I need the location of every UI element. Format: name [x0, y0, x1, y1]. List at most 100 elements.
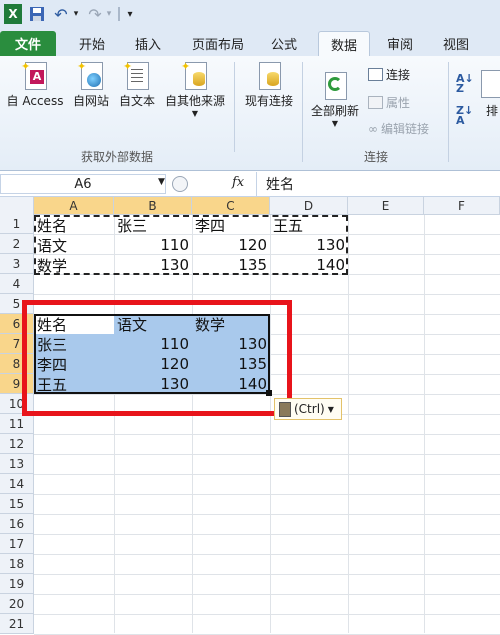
cell-c3[interactable]: 135 — [192, 255, 270, 275]
cell-d3[interactable]: 140 — [270, 255, 348, 275]
row-header[interactable]: 3 — [0, 254, 34, 274]
group-label-connections: 连接 — [363, 150, 388, 164]
row-header[interactable]: 13 — [0, 454, 34, 474]
column-gridline — [424, 215, 425, 633]
properties-button[interactable]: 属性 — [368, 94, 410, 111]
sort-button[interactable]: 排 — [480, 70, 500, 119]
paste-options-button[interactable]: (Ctrl) ▼ — [274, 398, 342, 420]
row-gridline — [34, 294, 500, 295]
redo-icon[interactable]: ↷ — [86, 4, 104, 24]
row-header[interactable]: 16 — [0, 514, 34, 534]
row-header[interactable]: 17 — [0, 534, 34, 554]
cell-a3[interactable]: 数学 — [34, 255, 114, 275]
tab-home[interactable]: 开始 — [70, 31, 114, 56]
refresh-icon — [321, 70, 349, 100]
column-gridline — [270, 215, 271, 633]
access-icon: A ✦ — [21, 60, 49, 90]
name-box[interactable]: A6 — [0, 174, 166, 194]
toolbar-divider — [118, 7, 120, 21]
red-highlight-box — [22, 300, 292, 416]
row-header[interactable]: 2 — [0, 234, 34, 254]
column-header-d[interactable]: D — [270, 197, 348, 215]
row-header[interactable]: 21 — [0, 614, 34, 634]
tab-file[interactable]: 文件 — [0, 31, 56, 56]
column-header-e[interactable]: E — [348, 197, 424, 215]
tab-insert[interactable]: 插入 — [126, 31, 170, 56]
select-all-corner[interactable] — [0, 197, 34, 215]
text-file-icon: ✦ — [123, 60, 151, 90]
redo-dropdown-icon[interactable]: ▾ — [104, 4, 114, 24]
row-gridline — [34, 614, 500, 615]
dropdown-arrow-icon: ▼ — [331, 119, 339, 128]
connections-icon — [368, 68, 383, 81]
formula-input[interactable]: 姓名 — [266, 174, 294, 194]
dropdown-arrow-icon: ▼ — [191, 109, 199, 118]
properties-icon — [368, 96, 383, 109]
ribbon-tabs: 文件 开始 插入 页面布局 公式 数据 审阅 视图 — [0, 28, 500, 57]
cell-b1[interactable]: 张三 — [114, 215, 192, 235]
cell-b2[interactable]: 110 — [114, 235, 192, 255]
sort-icon — [481, 70, 500, 98]
from-web-button[interactable]: ✦ 自网站 — [68, 60, 114, 109]
column-gridline — [114, 215, 115, 633]
group-separator — [448, 62, 449, 162]
group-separator — [302, 62, 303, 162]
group-separator — [234, 62, 235, 152]
clipboard-icon — [279, 401, 291, 417]
column-header-c[interactable]: C — [192, 197, 270, 215]
save-icon[interactable] — [28, 4, 46, 24]
cell-c1[interactable]: 李四 — [192, 215, 270, 235]
sort-descending-button[interactable]: Z↓ A — [456, 105, 473, 126]
tab-view[interactable]: 视图 — [434, 31, 478, 56]
row-header[interactable]: 19 — [0, 574, 34, 594]
formula-bar-expand-icon[interactable] — [172, 176, 188, 192]
column-header-b[interactable]: B — [114, 197, 192, 215]
row-header[interactable]: 18 — [0, 554, 34, 574]
column-header-f[interactable]: F — [424, 197, 500, 215]
customize-toolbar-icon[interactable]: ▾ — [124, 4, 136, 24]
excel-app-icon[interactable]: X — [4, 4, 22, 24]
undo-icon[interactable]: ↶ — [52, 4, 70, 24]
row-header[interactable]: 4 — [0, 274, 34, 294]
row-gridline — [34, 494, 500, 495]
row-header[interactable]: 12 — [0, 434, 34, 454]
refresh-all-button[interactable]: 全部刷新 ▼ — [304, 70, 366, 128]
cell-d1[interactable]: 王五 — [270, 215, 348, 235]
insert-function-icon[interactable]: fx — [232, 175, 244, 190]
web-icon: ✦ — [77, 60, 105, 90]
edit-links-button[interactable]: ∞ 编辑链接 — [368, 120, 429, 137]
cell-a1[interactable]: 姓名 — [34, 215, 114, 235]
formula-bar: A6 ▼ fx 姓名 — [0, 172, 500, 197]
existing-connections-icon — [255, 60, 283, 90]
row-gridline — [34, 474, 500, 475]
sort-ascending-button[interactable]: A↓ Z — [456, 73, 474, 94]
name-box-dropdown-icon[interactable]: ▼ — [158, 177, 165, 187]
row-header[interactable]: 11 — [0, 414, 34, 434]
row-header[interactable]: 20 — [0, 594, 34, 614]
from-access-button[interactable]: A ✦ 自 Access — [2, 60, 68, 109]
group-label-external-data: 获取外部数据 — [80, 150, 153, 164]
tab-data[interactable]: 数据 — [318, 31, 370, 57]
dropdown-arrow-icon: ▼ — [327, 404, 334, 414]
cell-c2[interactable]: 120 — [192, 235, 270, 255]
connections-button[interactable]: 连接 — [368, 66, 410, 83]
quick-access-toolbar: X ↶ ▾ ↷ ▾ ▾ — [0, 0, 500, 29]
column-gridline — [348, 215, 349, 633]
tab-page-layout[interactable]: 页面布局 — [186, 31, 250, 56]
tab-review[interactable]: 审阅 — [378, 31, 422, 56]
cell-b3[interactable]: 130 — [114, 255, 192, 275]
row-gridline — [34, 554, 500, 555]
cell-d2[interactable]: 130 — [270, 235, 348, 255]
row-header[interactable]: 14 — [0, 474, 34, 494]
existing-connections-button[interactable]: 现有连接 — [238, 60, 300, 109]
cell-a2[interactable]: 语文 — [34, 235, 114, 255]
tab-formulas[interactable]: 公式 — [262, 31, 306, 56]
row-header[interactable]: 1 — [0, 214, 34, 234]
from-other-sources-button[interactable]: ✦ 自其他来源 ▼ — [160, 60, 230, 118]
row-gridline — [34, 594, 500, 595]
column-header-a[interactable]: A — [34, 197, 114, 215]
row-gridline — [34, 454, 500, 455]
undo-dropdown-icon[interactable]: ▾ — [71, 4, 81, 24]
from-text-button[interactable]: ✦ 自文本 — [114, 60, 160, 109]
row-header[interactable]: 15 — [0, 494, 34, 514]
